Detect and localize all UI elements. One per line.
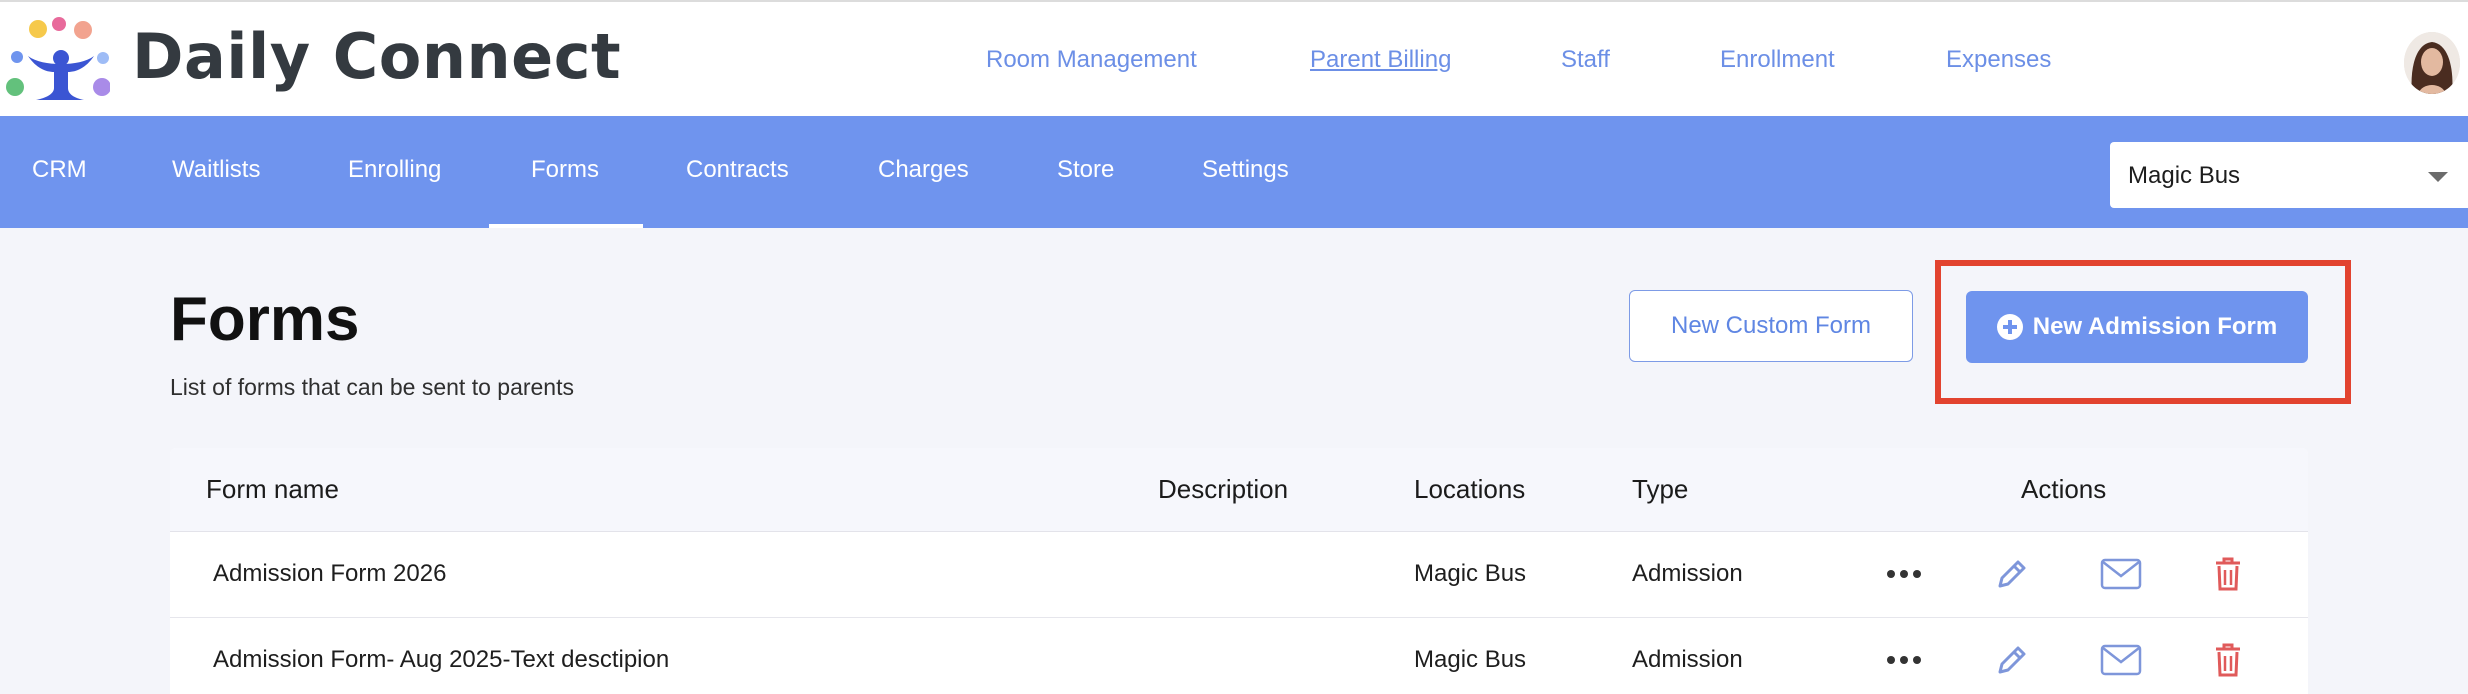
header-form-name: Form name (206, 474, 339, 504)
page-title: Forms (170, 285, 360, 354)
new-custom-form-label: New Custom Form (1670, 312, 1872, 339)
edit-pencil-icon[interactable] (1990, 552, 2034, 596)
nav-room-management[interactable]: Room Management (986, 46, 1197, 74)
form-name-cell[interactable]: Admission Form- Aug 2025-Text desctipion (213, 646, 669, 674)
more-options-icon[interactable] (1882, 638, 1926, 682)
brand-name: Daily Connect (132, 20, 622, 93)
subnav-waitlists[interactable]: Waitlists (172, 156, 260, 184)
subnav-crm[interactable]: CRM (32, 156, 87, 184)
new-custom-form-button[interactable]: New Custom Form (1629, 290, 1913, 362)
more-options-icon[interactable] (1882, 552, 1926, 596)
user-avatar[interactable] (2404, 32, 2460, 94)
sub-navigation: CRM Waitlists Enrolling Forms Contracts … (0, 116, 2468, 228)
location-cell: Magic Bus (1414, 646, 1527, 673)
page-subtitle: List of forms that can be sent to parent… (170, 374, 574, 400)
delete-trash-icon[interactable] (2206, 552, 2250, 596)
user-photo-icon (2404, 32, 2460, 94)
header-description: Description (1158, 474, 1289, 504)
form-name-cell[interactable]: Admission Form 2026 (213, 560, 446, 588)
subnav-store[interactable]: Store (1057, 156, 1114, 184)
subnav-settings[interactable]: Settings (1202, 156, 1289, 184)
nav-parent-billing[interactable]: Parent Billing (1310, 46, 1451, 74)
location-cell: Magic Bus (1414, 560, 1527, 587)
top-header: Daily Connect Room Management Parent Bil… (0, 0, 2468, 116)
new-admission-form-label: New Admission Form (2032, 313, 2278, 340)
send-email-icon[interactable] (2099, 638, 2143, 682)
type-cell: Admission (1632, 560, 1743, 587)
table-row: Admission Form- Aug 2025-Text desctipion… (170, 618, 2308, 694)
subnav-charges[interactable]: Charges (878, 156, 969, 184)
subnav-forms[interactable]: Forms (531, 156, 599, 184)
header-locations: Locations (1414, 474, 1526, 504)
subnav-contracts[interactable]: Contracts (686, 156, 789, 184)
header-type: Type (1632, 474, 1689, 504)
table-row: Admission Form 2026 Magic Bus Admission (170, 532, 2308, 618)
header-actions: Actions (2021, 474, 2107, 504)
send-email-icon[interactable] (2099, 552, 2143, 596)
type-cell: Admission (1632, 646, 1743, 673)
table-header: Form name Description Locations Type Act… (170, 448, 2308, 532)
daily-connect-logo-icon (6, 17, 110, 100)
subnav-enrolling[interactable]: Enrolling (348, 156, 441, 184)
new-admission-form-button[interactable]: New Admission Form (1966, 291, 2308, 363)
location-select[interactable]: Magic Bus (2110, 142, 2468, 208)
delete-trash-icon[interactable] (2206, 638, 2250, 682)
nav-expenses[interactable]: Expenses (1946, 46, 2051, 74)
location-select-value: Magic Bus (2128, 162, 2241, 189)
chevron-down-icon (2428, 172, 2448, 182)
edit-pencil-icon[interactable] (1990, 638, 2034, 682)
plus-circle-icon (1996, 314, 2023, 340)
active-tab-indicator (489, 224, 643, 228)
forms-table: Form name Description Locations Type Act… (170, 448, 2308, 694)
nav-staff[interactable]: Staff (1561, 46, 1610, 74)
nav-enrollment[interactable]: Enrollment (1720, 46, 1835, 74)
